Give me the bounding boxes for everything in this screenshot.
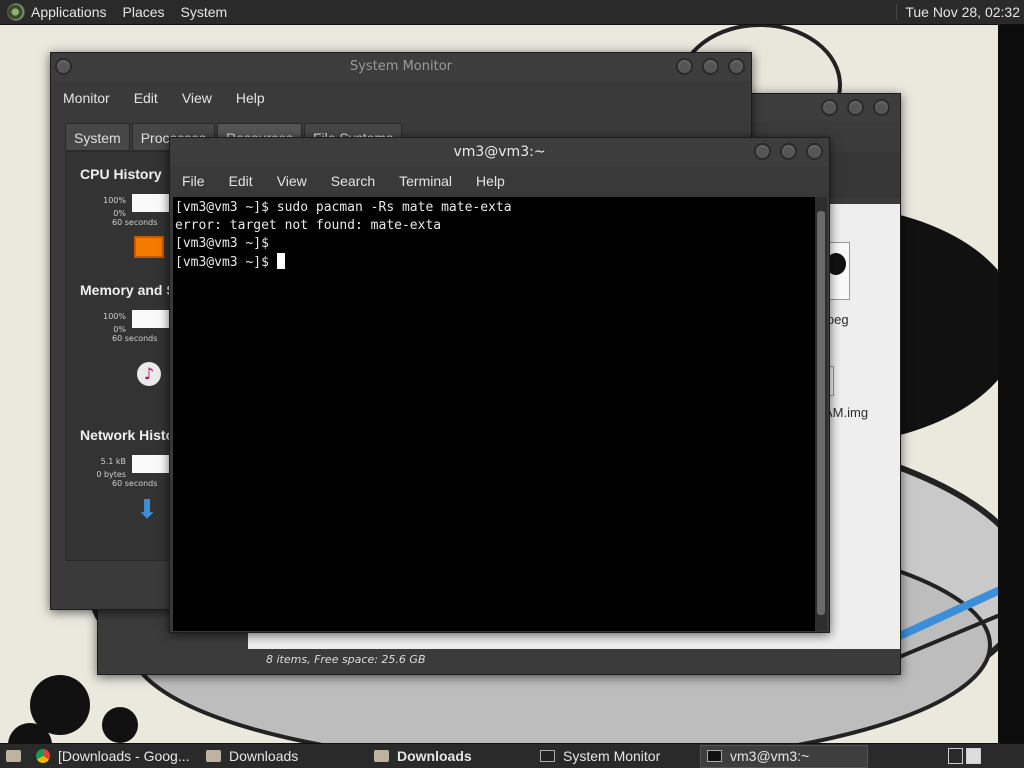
taskbar-item[interactable]: System Monitor <box>534 745 700 768</box>
applications-menu[interactable]: Applications <box>31 4 107 20</box>
terminal-icon <box>707 750 722 762</box>
menu-view[interactable]: View <box>265 173 319 189</box>
text-cursor <box>276 253 285 269</box>
show-desktop-icon <box>6 750 21 762</box>
cpu-axis-bottom: 0% <box>113 209 126 218</box>
terminal-window: vm3@vm3:~ File Edit View Search Terminal… <box>169 137 830 633</box>
close-button[interactable] <box>728 58 745 75</box>
window-title: System Monitor <box>349 59 453 74</box>
terminal-scrollbar[interactable] <box>815 197 827 631</box>
system-monitor-titlebar[interactable]: System Monitor <box>51 53 751 81</box>
system-monitor-menubar: Monitor Edit View Help <box>51 83 751 113</box>
terminal-line: [vm3@vm3 ~]$ <box>175 255 277 270</box>
places-menu[interactable]: Places <box>123 4 165 20</box>
taskbar-item-label: Downloads <box>229 748 299 764</box>
taskbar-item-label: Downloads <box>397 748 472 764</box>
cpu-color-swatch[interactable] <box>134 236 164 258</box>
top-panel: Applications Places System Tue Nov 28, 0… <box>0 0 1024 25</box>
download-arrow-icon[interactable]: ⬇ <box>134 496 160 524</box>
show-desktop-button[interactable] <box>0 745 30 768</box>
menu-monitor[interactable]: Monitor <box>51 90 122 106</box>
maximize-button[interactable] <box>702 58 719 75</box>
terminal-line: [vm3@vm3 ~]$ sudo pacman -Rs mate mate-e… <box>175 200 512 215</box>
panel-clock[interactable]: Tue Nov 28, 02:32 <box>896 4 1020 20</box>
workspace-1[interactable] <box>948 748 963 764</box>
file-manager-status: 8 items, Free space: 25.6 GB <box>266 653 426 666</box>
close-button[interactable] <box>806 143 823 160</box>
minimize-button[interactable] <box>676 58 693 75</box>
distro-logo-icon[interactable] <box>7 3 25 21</box>
bottom-panel: [Downloads - Goog... Downloads Downloads… <box>0 743 1024 768</box>
close-button[interactable] <box>873 99 890 116</box>
memory-graph <box>132 310 172 328</box>
menu-search[interactable]: Search <box>319 173 387 189</box>
menu-edit[interactable]: Edit <box>122 90 170 106</box>
cpu-graph <box>132 194 172 212</box>
taskbar-item-label: [Downloads - Goog... <box>58 748 190 764</box>
folder-icon <box>206 750 221 762</box>
menu-edit[interactable]: Edit <box>217 173 265 189</box>
taskbar-item-label: System Monitor <box>563 748 661 764</box>
menu-terminal[interactable]: Terminal <box>387 173 464 189</box>
minimize-button[interactable] <box>821 99 838 116</box>
system-monitor-icon <box>540 750 555 762</box>
window-menu-button[interactable] <box>55 58 72 75</box>
network-axis-top: 5.1 kB <box>100 457 126 466</box>
memory-axis-bottom: 0% <box>113 325 126 334</box>
memory-music-icon[interactable]: ♪ <box>137 362 161 386</box>
taskbar-item[interactable]: Downloads <box>200 745 368 768</box>
menu-help[interactable]: Help <box>224 90 277 106</box>
chrome-icon <box>36 749 50 763</box>
memory-time-label: 60 seconds <box>112 334 158 343</box>
taskbar-item[interactable]: [Downloads - Goog... <box>30 745 200 768</box>
tab-system[interactable]: System <box>65 123 130 151</box>
cpu-time-label: 60 seconds <box>112 218 158 227</box>
terminal-line: [vm3@vm3 ~]$ <box>175 236 269 251</box>
workspace-2[interactable] <box>966 748 981 764</box>
network-axis-bottom: 0 bytes <box>96 470 126 479</box>
menu-file[interactable]: File <box>170 173 217 189</box>
cpu-axis-top: 100% <box>103 196 126 205</box>
terminal-titlebar[interactable]: vm3@vm3:~ <box>170 138 829 166</box>
scrollbar-thumb[interactable] <box>817 211 825 615</box>
system-menu[interactable]: System <box>181 4 228 20</box>
maximize-button[interactable] <box>847 99 864 116</box>
maximize-button[interactable] <box>780 143 797 160</box>
taskbar-item[interactable]: Downloads <box>368 745 534 768</box>
terminal-line: error: target not found: mate-exta <box>175 218 442 233</box>
cpu-history-title: CPU History <box>80 166 162 182</box>
terminal-screen[interactable]: [vm3@vm3 ~]$ sudo pacman -Rs mate mate-e… <box>173 197 815 631</box>
file-label[interactable]: AM.img <box>824 405 868 420</box>
taskbar-item-label: vm3@vm3:~ <box>730 748 810 764</box>
window-title: vm3@vm3:~ <box>453 144 546 160</box>
network-time-label: 60 seconds <box>112 479 158 488</box>
network-graph <box>132 455 172 473</box>
minimize-button[interactable] <box>754 143 771 160</box>
terminal-prompt-line: [vm3@vm3 ~]$ <box>175 253 813 271</box>
terminal-menubar: File Edit View Search Terminal Help <box>170 166 829 196</box>
menu-help[interactable]: Help <box>464 173 517 189</box>
memory-axis-top: 100% <box>103 312 126 321</box>
taskbar-item-active[interactable]: vm3@vm3:~ <box>700 744 868 768</box>
menu-view[interactable]: View <box>170 90 224 106</box>
folder-icon <box>374 750 389 762</box>
